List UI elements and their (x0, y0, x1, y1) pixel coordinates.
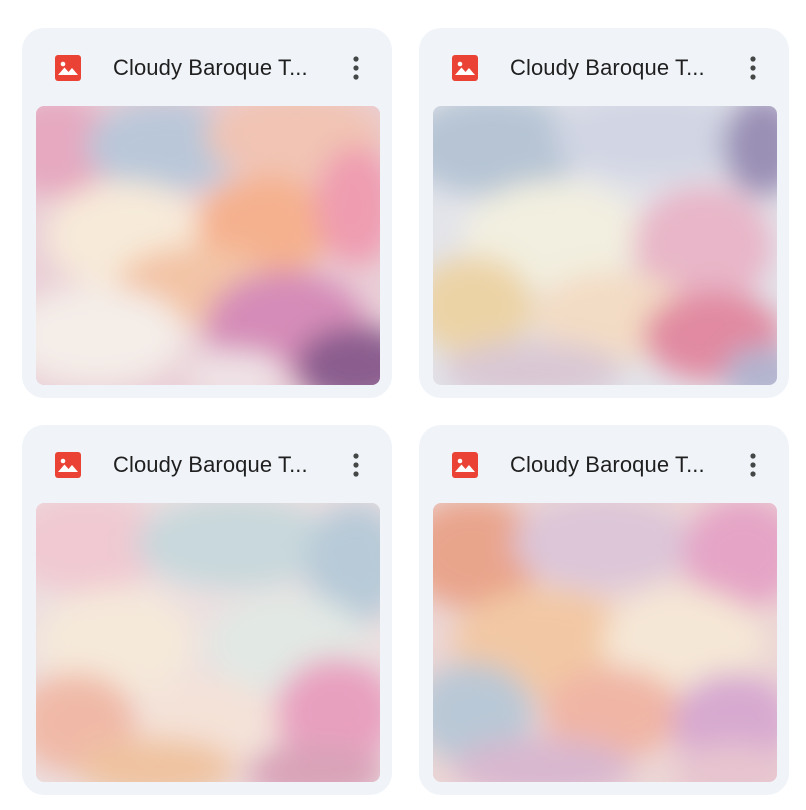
file-card-header: Cloudy Baroque T... (22, 425, 392, 503)
more-options-button[interactable] (340, 50, 372, 86)
file-name: Cloudy Baroque T... (113, 55, 308, 80)
more-vert-icon (353, 56, 359, 80)
more-options-button[interactable] (340, 447, 372, 483)
cloud-painting-image (36, 503, 380, 782)
file-thumbnail[interactable] (36, 503, 380, 782)
more-vert-icon (353, 453, 359, 477)
image-file-icon (452, 55, 478, 81)
file-card[interactable]: Cloudy Baroque T... (22, 425, 392, 795)
file-card[interactable]: Cloudy Baroque T... (22, 28, 392, 398)
file-name: Cloudy Baroque T... (510, 55, 705, 80)
image-file-icon (55, 452, 81, 478)
more-vert-icon (750, 56, 756, 80)
more-options-button[interactable] (737, 447, 769, 483)
file-thumbnail[interactable] (36, 106, 380, 385)
more-vert-icon (750, 453, 756, 477)
file-card-header: Cloudy Baroque T... (22, 28, 392, 106)
file-name: Cloudy Baroque T... (113, 452, 308, 477)
file-card[interactable]: Cloudy Baroque T... (419, 425, 789, 795)
file-grid: Cloudy Baroque T... Cloudy Baroque T... … (0, 0, 806, 810)
file-thumbnail[interactable] (433, 106, 777, 385)
file-card-header: Cloudy Baroque T... (419, 425, 789, 503)
file-name: Cloudy Baroque T... (510, 452, 705, 477)
image-file-icon (452, 452, 478, 478)
file-card-header: Cloudy Baroque T... (419, 28, 789, 106)
cloud-painting-image (433, 503, 777, 782)
more-options-button[interactable] (737, 50, 769, 86)
cloud-painting-image (36, 106, 380, 385)
image-file-icon (55, 55, 81, 81)
file-thumbnail[interactable] (433, 503, 777, 782)
file-card[interactable]: Cloudy Baroque T... (419, 28, 789, 398)
cloud-painting-image (433, 106, 777, 385)
